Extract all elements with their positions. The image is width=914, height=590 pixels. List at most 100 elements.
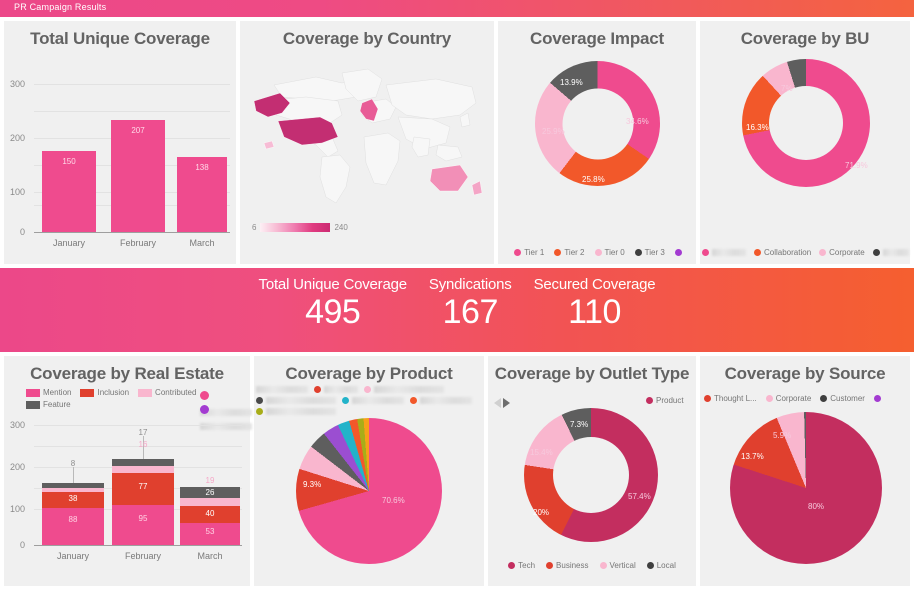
pie-coverage-by-product[interactable] <box>296 418 442 564</box>
panel-coverage-by-outlet-type: Coverage by Outlet Type Product 57.4% 20… <box>488 356 696 586</box>
legend-item-collaboration[interactable]: Collaboration <box>754 248 811 257</box>
slice-label-product-2: 9.3% <box>303 480 322 489</box>
map-region-australia <box>429 164 469 192</box>
window-title: PR Campaign Results <box>14 2 107 12</box>
stack-january-contributed[interactable] <box>42 488 104 492</box>
legend-item-thought-leadership[interactable]: Thought L... <box>704 394 757 403</box>
legend-swatch-icon <box>594 249 602 256</box>
legend-item-tech[interactable]: Tech <box>508 561 535 570</box>
legend-item-bu-redacted-1[interactable] <box>702 249 746 256</box>
slice-label-tier0: 25.9% <box>542 127 565 136</box>
legend-label-redacted <box>324 386 358 393</box>
legend-item-mention[interactable]: Mention <box>26 388 71 397</box>
legend-swatch-icon <box>820 395 828 402</box>
stack-february-mention[interactable] <box>112 505 174 545</box>
legend-item-feature[interactable]: Feature <box>26 400 71 409</box>
legend-item-local[interactable]: Local <box>646 561 676 570</box>
stack-january-mention[interactable] <box>42 508 104 545</box>
legend-item-product-3[interactable] <box>364 386 444 393</box>
legend-item-product-2[interactable] <box>314 386 358 393</box>
legend-swatch-icon <box>704 395 711 402</box>
legend-label: Thought L... <box>714 394 757 403</box>
legend-swatch-icon <box>508 562 516 569</box>
kpi-banner: Total Unique Coverage 495 Syndications 1… <box>0 268 914 352</box>
stack-february-feature[interactable] <box>112 459 174 466</box>
x-label-january: January <box>52 238 86 248</box>
legend-item-tier1[interactable]: Tier 1 <box>514 248 544 257</box>
slice-label-business: 20% <box>533 508 550 517</box>
prev-arrow-icon[interactable] <box>494 398 501 408</box>
legend-label: Corporate <box>775 394 812 403</box>
legend-item-product-6[interactable] <box>410 397 472 404</box>
pie-coverage-by-source[interactable] <box>730 412 882 564</box>
kpi-secured-coverage[interactable]: Secured Coverage 110 <box>534 276 656 331</box>
legend-item-tier0[interactable]: Tier 0 <box>594 248 625 257</box>
kpi-total-unique-coverage[interactable]: Total Unique Coverage 495 <box>259 276 408 331</box>
kpi-label: Syndications <box>428 276 512 293</box>
legend-item-product-4[interactable] <box>256 397 336 404</box>
panel-title-coverage-by-source: Coverage by Source <box>724 364 886 383</box>
legend-swatch-icon <box>314 386 321 393</box>
legend-label: Tier 3 <box>644 248 665 257</box>
legend-label-redacted <box>266 408 336 415</box>
legend-label: Tier 1 <box>524 248 545 257</box>
side-legend-product[interactable]: Product <box>646 396 684 405</box>
map-scale-min: 6 <box>252 223 257 232</box>
legend-extra-dot-purple[interactable] <box>200 401 252 437</box>
next-arrow-icon[interactable] <box>503 398 510 408</box>
legend-item-extra[interactable] <box>674 249 682 256</box>
carousel-nav[interactable] <box>494 398 510 408</box>
legend-label-redacted <box>712 249 746 256</box>
legend-label-redacted <box>374 386 444 393</box>
legend-item-tier2[interactable]: Tier 2 <box>554 248 585 257</box>
panel-coverage-by-product: Coverage by Product 70.6% 9.3% <box>254 356 484 586</box>
legend-item-vertical[interactable]: Vertical <box>599 561 636 570</box>
legend-item-product-5[interactable] <box>342 397 404 404</box>
legend-swatch-icon <box>80 388 95 397</box>
stack-value-february-inclusion: 77 <box>138 482 148 491</box>
y-tick-0: 0 <box>20 227 26 237</box>
legend-item-source-extra[interactable] <box>873 395 881 402</box>
legend-swatch-icon <box>754 249 761 256</box>
kpi-row: Total Unique Coverage 495 Syndications 1… <box>0 276 914 331</box>
bar-february[interactable] <box>111 120 165 232</box>
legend-swatch-icon <box>256 408 263 415</box>
slice-label-tier3: 13.9% <box>560 78 583 87</box>
world-map[interactable] <box>246 57 488 217</box>
callout-value-february-contributed: 16 <box>138 440 148 449</box>
legend-swatch-icon <box>410 397 417 404</box>
legend-item-tier3[interactable]: Tier 3 <box>634 248 665 257</box>
window-title-bar: PR Campaign Results <box>0 0 914 17</box>
legend-label-redacted <box>352 397 404 404</box>
slice-label-tier2: 25.8% <box>582 175 605 184</box>
legend-item-product-7[interactable] <box>256 408 336 415</box>
panel-title-coverage-by-product: Coverage by Product <box>285 364 453 383</box>
legend-swatch-icon <box>26 388 40 397</box>
slice-label-source-product: 80% <box>808 502 825 511</box>
legend-swatch-icon <box>634 249 642 256</box>
stack-february-contributed[interactable] <box>112 466 174 473</box>
stack-march-contributed[interactable] <box>180 498 240 506</box>
x-axis-line <box>34 232 230 233</box>
legend-item-corporate-src[interactable]: Corporate <box>765 394 812 403</box>
legend-item-business[interactable]: Business <box>546 561 589 570</box>
legend-item-contributed[interactable]: Contributed <box>138 388 196 397</box>
legend-label-redacted <box>420 397 472 404</box>
legend-item-product-1[interactable] <box>256 386 308 393</box>
stack-january-feature[interactable] <box>42 483 104 488</box>
slice-label-collaboration: 16.3% <box>746 123 769 132</box>
panel-coverage-impact: Coverage Impact 34.6% 25.8% 25.9% 13.9% … <box>498 21 696 264</box>
map-region-newzealand <box>471 180 483 196</box>
legend-item-corporate[interactable]: Corporate <box>819 248 865 257</box>
callout-value-march-contributed: 19 <box>205 476 215 485</box>
legend-item-customer[interactable]: Customer <box>820 394 865 403</box>
legend-item-inclusion[interactable]: Inclusion <box>80 388 129 397</box>
y-tick-300-re: 300 <box>10 420 26 430</box>
y-tick-200: 200 <box>10 133 26 143</box>
stack-value-january-mention: 88 <box>68 515 78 524</box>
bar-value-february: 207 <box>131 126 145 135</box>
world-map-svg <box>253 68 483 204</box>
legend-item-bu-redacted-2[interactable] <box>872 249 909 256</box>
donut-coverage-by-outlet-type[interactable] <box>524 408 658 542</box>
kpi-syndications[interactable]: Syndications 167 <box>429 276 512 331</box>
